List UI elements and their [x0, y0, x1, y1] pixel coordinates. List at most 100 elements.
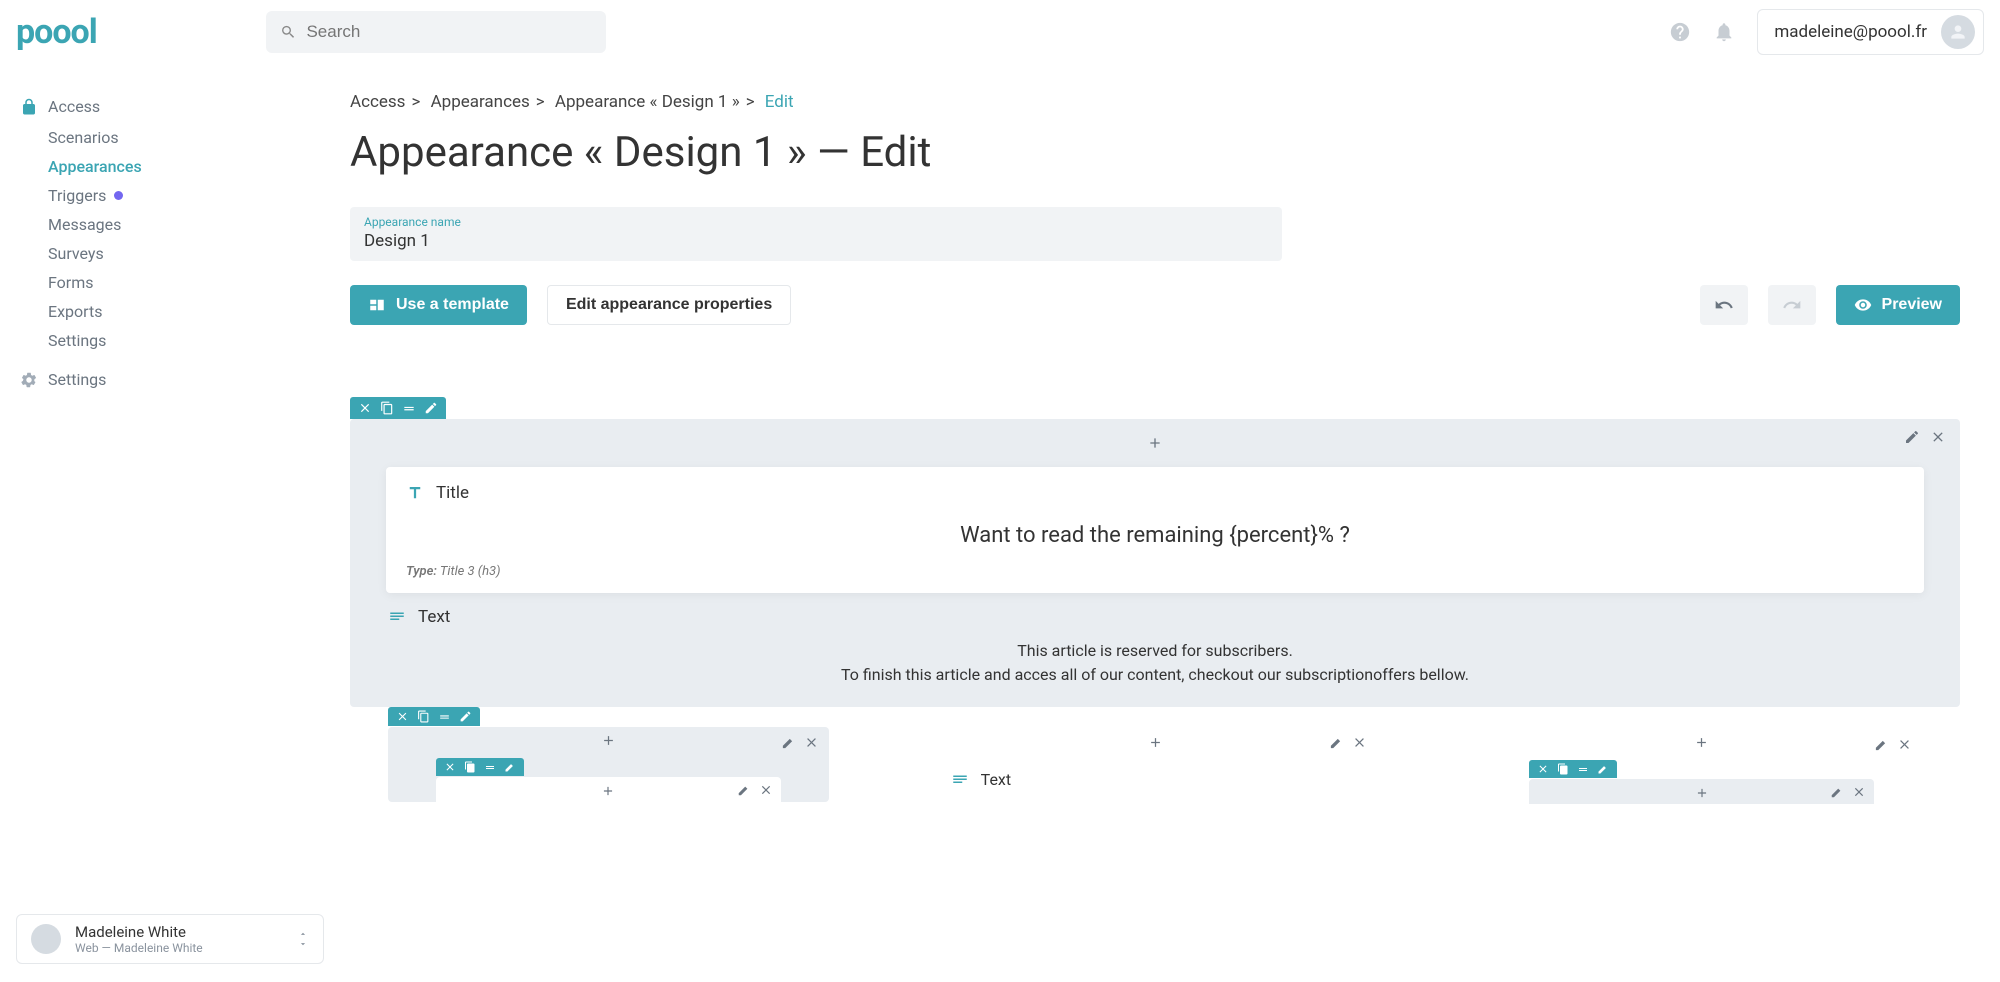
close-icon[interactable] [1352, 735, 1367, 750]
copy-icon[interactable] [1557, 763, 1569, 775]
dot-badge [114, 191, 123, 200]
copy-icon[interactable] [380, 401, 394, 415]
breadcrumb: Access> Appearances> Appearance « Design… [350, 92, 1960, 112]
sidebar-item-settings-sub[interactable]: Settings [10, 326, 260, 355]
text-block-content: This article is reserved for subscribers… [388, 639, 1922, 687]
sidebar-item-appearances[interactable]: Appearances [10, 152, 260, 181]
close-icon[interactable] [1537, 763, 1549, 775]
text-block-label: Text [418, 607, 450, 627]
edit-icon[interactable] [504, 761, 516, 773]
col2-text-block[interactable]: Text [945, 760, 1366, 799]
plus-icon [1694, 735, 1709, 750]
sidebar-access-label: Access [48, 97, 100, 116]
user-email: madeleine@poool.fr [1774, 22, 1927, 42]
sidebar-item-triggers[interactable]: Triggers [10, 181, 260, 210]
drag-icon[interactable] [402, 401, 416, 415]
plus-icon [1695, 786, 1709, 800]
title-block[interactable]: Title Want to read the remaining {percen… [386, 467, 1924, 593]
col3-inner-add[interactable] [1529, 785, 1874, 804]
title-block-label: Title [436, 483, 469, 503]
appearance-name-label: Appearance name [364, 215, 1268, 229]
breadcrumb-2[interactable]: Appearance « Design 1 » [555, 92, 740, 112]
col1-inner-add[interactable] [436, 783, 781, 802]
plus-icon [1147, 435, 1163, 451]
search-input[interactable] [306, 22, 592, 42]
edit-icon[interactable] [1329, 735, 1344, 750]
plus-icon [601, 733, 616, 748]
edit-icon[interactable] [424, 401, 438, 415]
page-title: Appearance « Design 1 » — Edit [350, 128, 1960, 177]
column-3 [1443, 707, 1960, 804]
edit-icon[interactable] [1874, 737, 1889, 752]
block-toolbar-main [350, 397, 446, 419]
redo-button[interactable] [1768, 285, 1816, 325]
sidebar-section-access[interactable]: Access [10, 90, 260, 123]
appearance-name-field[interactable]: Appearance name Design 1 [350, 207, 1282, 261]
close-icon[interactable] [358, 401, 372, 415]
close-icon[interactable] [444, 761, 456, 773]
copy-icon[interactable] [417, 710, 430, 723]
close-icon[interactable] [1930, 429, 1946, 445]
edit-properties-button[interactable]: Edit appearance properties [547, 285, 791, 325]
text-block[interactable]: Text This article is reserved for subscr… [368, 593, 1942, 707]
sidebar-item-forms[interactable]: Forms [10, 268, 260, 297]
sidebar-item-exports[interactable]: Exports [10, 297, 260, 326]
canvas-outer: Title Want to read the remaining {percen… [350, 419, 1960, 707]
eye-icon [1854, 296, 1872, 314]
bell-icon[interactable] [1713, 21, 1735, 43]
workspace-switcher[interactable]: Madeleine White Web — Madeleine White [16, 914, 324, 964]
col3-inner-card [1529, 779, 1874, 804]
edit-icon[interactable] [737, 783, 751, 797]
edit-icon[interactable] [1904, 429, 1920, 445]
lock-icon [20, 98, 38, 116]
topbar: poool madeleine@poool.fr [0, 0, 2000, 64]
close-icon[interactable] [1897, 737, 1912, 752]
col3-inner-toolbar [1529, 760, 1617, 778]
help-icon[interactable] [1669, 21, 1691, 43]
text-icon [388, 608, 406, 626]
logo[interactable]: poool [16, 12, 266, 52]
undo-button[interactable] [1700, 285, 1748, 325]
logo-text: poool [16, 12, 97, 52]
breadcrumb-0[interactable]: Access [350, 92, 405, 112]
close-icon[interactable] [804, 735, 819, 750]
breadcrumb-3: Edit [765, 92, 794, 112]
sidebar-item-scenarios[interactable]: Scenarios [10, 123, 260, 152]
text-icon [951, 771, 969, 789]
search-wrap [266, 11, 606, 53]
col1-add[interactable] [436, 733, 781, 758]
edit-icon[interactable] [1830, 785, 1844, 799]
chevron-updown-icon [297, 929, 309, 949]
use-template-button[interactable]: Use a template [350, 285, 527, 325]
copy-icon[interactable] [464, 761, 476, 773]
drag-icon[interactable] [484, 761, 496, 773]
col2-add[interactable] [945, 735, 1366, 760]
title-block-type: Type: Title 3 (h3) [406, 564, 1904, 579]
add-block-top[interactable] [368, 431, 1942, 467]
col1-toolbar [388, 707, 480, 726]
template-icon [368, 296, 386, 314]
col3-add[interactable] [1529, 735, 1874, 760]
editor-canvas: Title Want to read the remaining {percen… [350, 397, 1960, 804]
edit-icon[interactable] [1597, 763, 1609, 775]
sidebar-item-messages[interactable]: Messages [10, 210, 260, 239]
person-icon [1948, 22, 1968, 42]
sidebar-section-settings[interactable]: Settings [10, 363, 260, 396]
close-icon[interactable] [396, 710, 409, 723]
user-menu[interactable]: madeleine@poool.fr [1757, 9, 1984, 55]
gear-icon [20, 371, 38, 389]
preview-button[interactable]: Preview [1836, 285, 1960, 325]
drag-icon[interactable] [438, 710, 451, 723]
close-icon[interactable] [759, 783, 773, 797]
edit-icon[interactable] [459, 710, 472, 723]
drag-icon[interactable] [1577, 763, 1589, 775]
close-icon[interactable] [1852, 785, 1866, 799]
topbar-right: madeleine@poool.fr [1669, 9, 1984, 55]
search-box[interactable] [266, 11, 606, 53]
workspace-user-name: Madeleine White [75, 923, 203, 941]
breadcrumb-1[interactable]: Appearances [431, 92, 530, 112]
plus-icon [1148, 735, 1163, 750]
col1-inner-card [436, 777, 781, 802]
edit-icon[interactable] [781, 735, 796, 750]
sidebar-item-surveys[interactable]: Surveys [10, 239, 260, 268]
